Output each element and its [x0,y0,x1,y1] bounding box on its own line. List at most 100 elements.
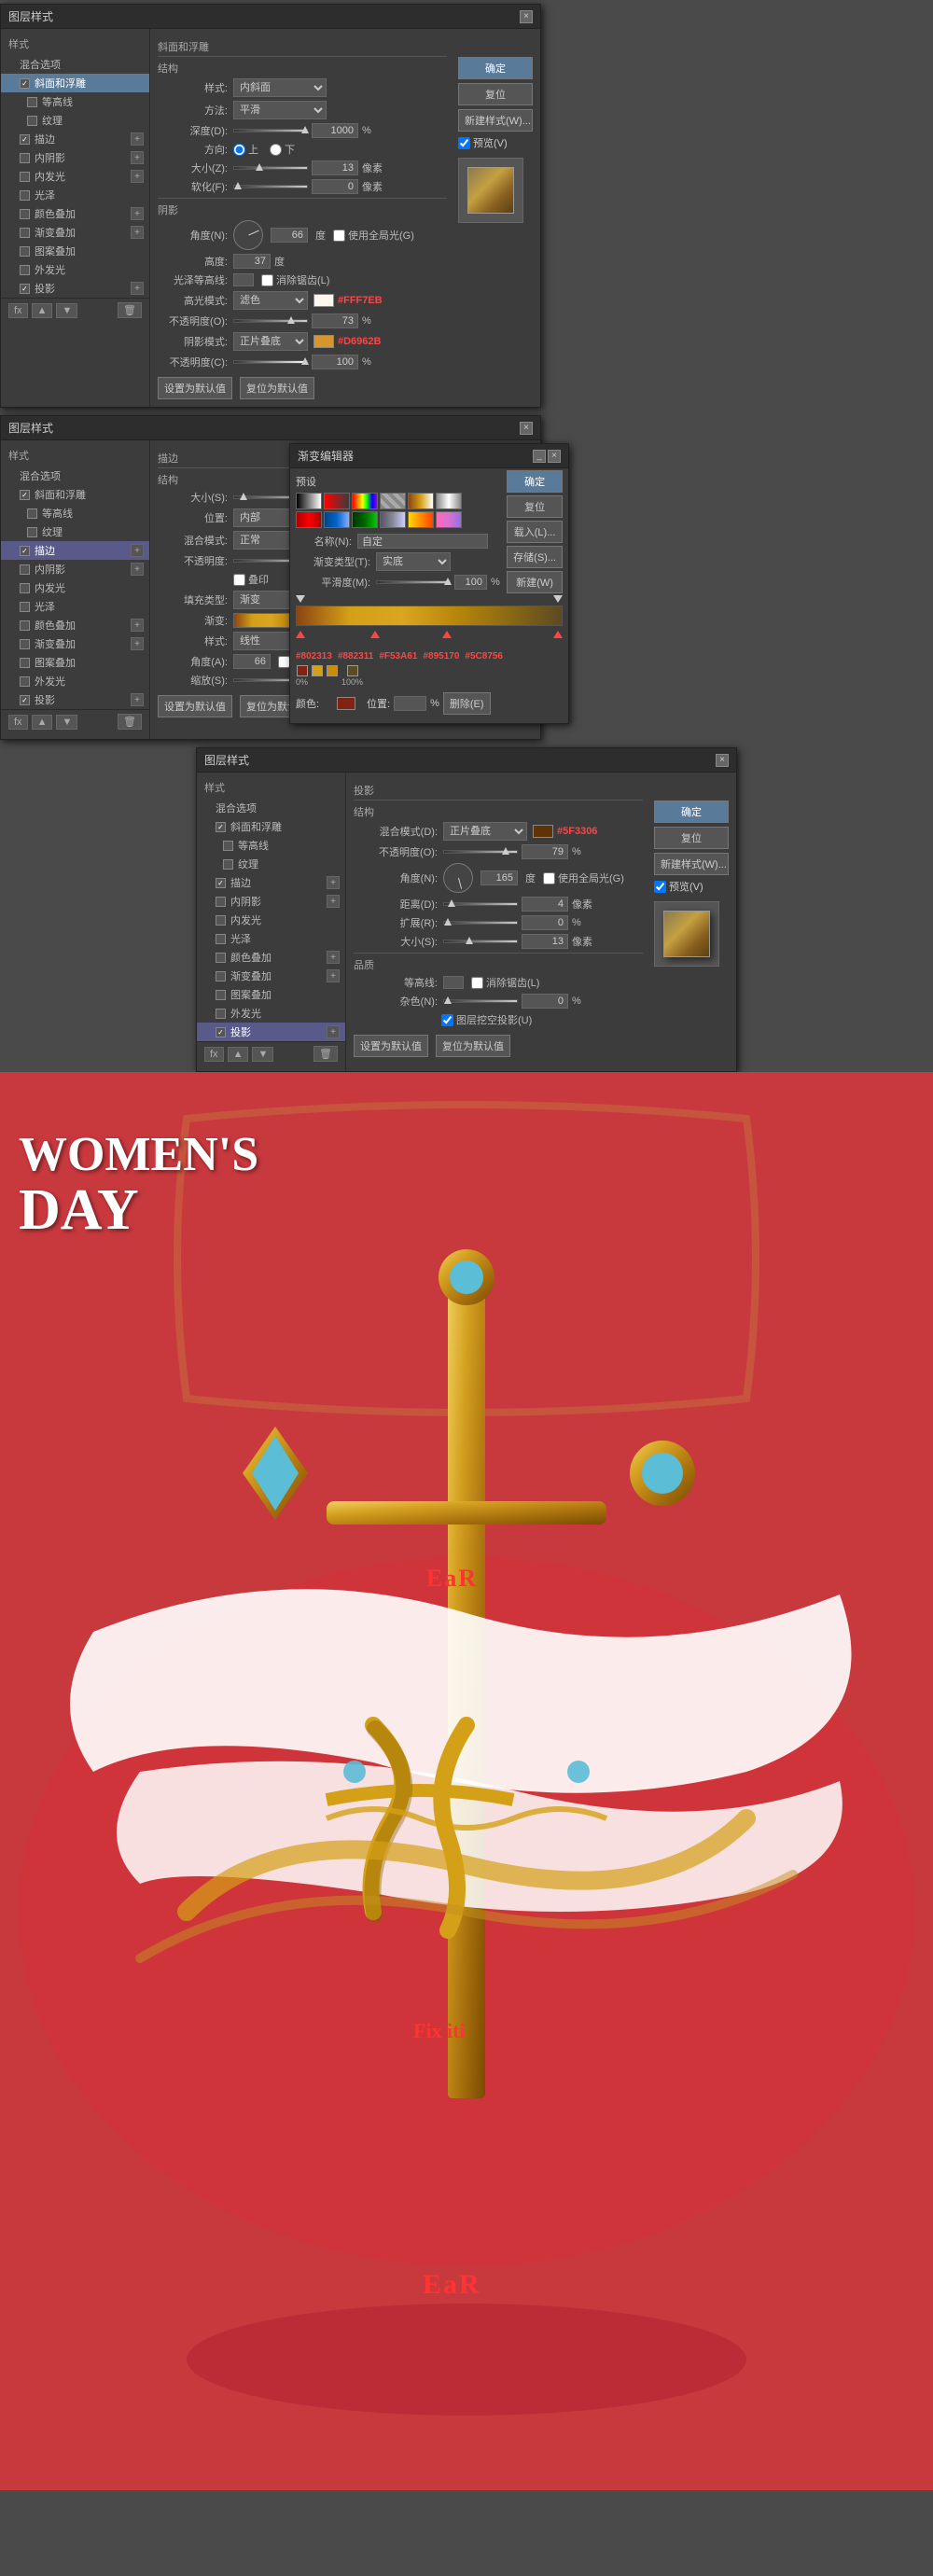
stop-color-4[interactable] [347,665,358,676]
sidebar2-gradient-overlay-cb[interactable] [20,639,30,649]
preview-checkbox-3[interactable]: 预览(V) [654,879,729,894]
ds-angle-input[interactable]: 165 [480,870,518,885]
sidebar2-drop-shadow[interactable]: 投影 + [1,690,149,709]
texture-checkbox[interactable] [27,116,37,126]
sidebar3-satin-cb[interactable] [216,934,226,944]
fx-up-btn-2[interactable]: ▲ [32,715,53,730]
overprint-checkbox[interactable]: 叠印 [233,572,269,587]
close-button-3[interactable]: × [716,754,729,767]
preset-red-grad[interactable] [296,511,322,528]
sidebar3-texture[interactable]: 纹理 [197,855,345,873]
outer-glow-checkbox[interactable] [20,265,30,275]
sidebar3-inner-glow[interactable]: 内发光 [197,911,345,929]
sidebar-texture[interactable]: 纹理 [1,111,149,130]
sidebar3-gradient-overlay[interactable]: 渐变叠加 + [197,967,345,985]
gradient-save-btn[interactable]: 存储(S)... [507,546,563,568]
inner-shadow-plus-icon[interactable]: + [131,151,144,164]
direction-up-radio[interactable]: 上 [233,142,258,157]
sidebar-inner-shadow[interactable]: 内阴影 + [1,148,149,167]
set-default-btn-3[interactable]: 设置为默认值 [354,1035,428,1057]
sidebar-blend-options[interactable]: 混合选项 [1,55,149,74]
close-button-1[interactable]: × [520,10,533,23]
stop-delete-btn[interactable]: 删除(E) [443,692,491,715]
angle-input[interactable]: 66 [271,228,308,243]
gradient-name-input[interactable]: 自定 [357,534,488,549]
set-default-btn-1[interactable]: 设置为默认值 [158,377,232,399]
sidebar3-blend[interactable]: 混合选项 [197,799,345,817]
reset-default-btn-3[interactable]: 复位为默认值 [436,1035,510,1057]
sidebar2-stroke[interactable]: 描边 + [1,541,149,560]
ds-spread-input[interactable]: 0 [522,915,568,930]
global-light-checkbox[interactable]: 使用全局光(G) [333,228,414,243]
sidebar3-texture-cb[interactable] [223,859,233,870]
sidebar-color-overlay[interactable]: 颜色叠加 + [1,204,149,223]
sidebar2-blend-options[interactable]: 混合选项 [1,466,149,485]
sidebar-outer-glow[interactable]: 外发光 [1,260,149,279]
sidebar3-color-overlay[interactable]: 颜色叠加 + [197,948,345,967]
sidebar3-inner-glow-cb[interactable] [216,915,226,926]
sidebar2-inner-glow-cb[interactable] [20,583,30,593]
ds-distance-input[interactable]: 4 [522,897,568,912]
sidebar2-contour[interactable]: 等高线 [1,504,149,522]
gradient-overlay-checkbox[interactable] [20,228,30,238]
stop-swatch-1[interactable]: 0% [296,665,308,687]
color-stop-2[interactable] [370,631,380,638]
sidebar2-color-overlay-cb[interactable] [20,620,30,631]
highlight-mode-select[interactable]: 滤色 [233,291,308,310]
sidebar-bevel-emboss[interactable]: 斜面和浮雕 [1,74,149,92]
satin-checkbox[interactable] [20,190,30,201]
sidebar2-outer-glow-cb[interactable] [20,676,30,687]
sidebar-drop-shadow[interactable]: 投影 + [1,279,149,298]
sidebar3-inner-shadow[interactable]: 内阴影 + [197,892,345,911]
preset-rainbow[interactable] [352,493,378,509]
sidebar2-pattern-overlay-cb[interactable] [20,658,30,668]
fx-up-btn-3[interactable]: ▲ [228,1047,249,1062]
stop-color-3[interactable] [327,665,338,676]
set-default-btn-2[interactable]: 设置为默认值 [158,695,232,717]
smoothness-input[interactable]: 100 [454,575,487,590]
sidebar2-inner-shadow-plus[interactable]: + [131,563,144,576]
ds-angle-dial[interactable] [443,863,473,893]
fx-down-btn-3[interactable]: ▼ [252,1047,273,1062]
gloss-contour-preview[interactable] [233,273,254,286]
inner-glow-plus-icon[interactable]: + [131,170,144,183]
altitude-input[interactable]: 37 [233,254,271,269]
main-gradient-bar[interactable] [296,606,563,626]
sidebar2-drop-shadow-plus[interactable]: + [131,693,144,706]
style-select[interactable]: 内斜面 [233,78,327,97]
sidebar3-pattern-overlay-cb[interactable] [216,990,226,1000]
sidebar3-stroke-plus[interactable]: + [327,876,340,889]
sidebar3-stroke[interactable]: 描边 + [197,873,345,892]
direction-down-radio[interactable]: 下 [270,142,295,157]
gradient-ok-btn[interactable]: 确定 [507,470,563,493]
ds-blend-color-swatch[interactable] [533,825,553,838]
depth-input[interactable]: 1000 [312,123,358,138]
gradient-cancel-btn[interactable]: 复位 [507,495,563,518]
opacity-stop-left[interactable] [296,595,305,603]
sidebar2-outer-glow[interactable]: 外发光 [1,672,149,690]
sidebar2-texture[interactable]: 纹理 [1,522,149,541]
new-style-btn-1[interactable]: 新建样式(W)... [458,109,533,132]
color-stop-3[interactable] [442,631,452,638]
sidebar2-color-overlay-plus[interactable]: + [131,619,144,632]
contour-checkbox[interactable] [27,97,37,107]
sidebar3-pattern-overlay[interactable]: 图案叠加 [197,985,345,1004]
color-stop-1[interactable] [296,631,305,638]
sidebar2-color-overlay[interactable]: 颜色叠加 + [1,616,149,634]
opacity-stop-right[interactable] [553,595,563,603]
sidebar-satin[interactable]: 光泽 [1,186,149,204]
ds-blend-select[interactable]: 正片叠底 [443,822,527,841]
sidebar3-outer-glow-cb[interactable] [216,1009,226,1019]
stop-location-input[interactable] [394,696,426,711]
ok-btn-3[interactable]: 确定 [654,801,729,823]
fx-down-btn-2[interactable]: ▼ [56,715,77,730]
sidebar2-satin-cb[interactable] [20,602,30,612]
sidebar3-satin[interactable]: 光泽 [197,929,345,948]
new-style-btn-3[interactable]: 新建样式(W)... [654,853,729,875]
preset-bw[interactable] [296,493,322,509]
preset-silver[interactable] [436,493,462,509]
preset-green[interactable] [352,511,378,528]
sidebar3-color-overlay-plus[interactable]: + [327,951,340,964]
preset-blue[interactable] [324,511,350,528]
sidebar2-pattern-overlay[interactable]: 图案叠加 [1,653,149,672]
